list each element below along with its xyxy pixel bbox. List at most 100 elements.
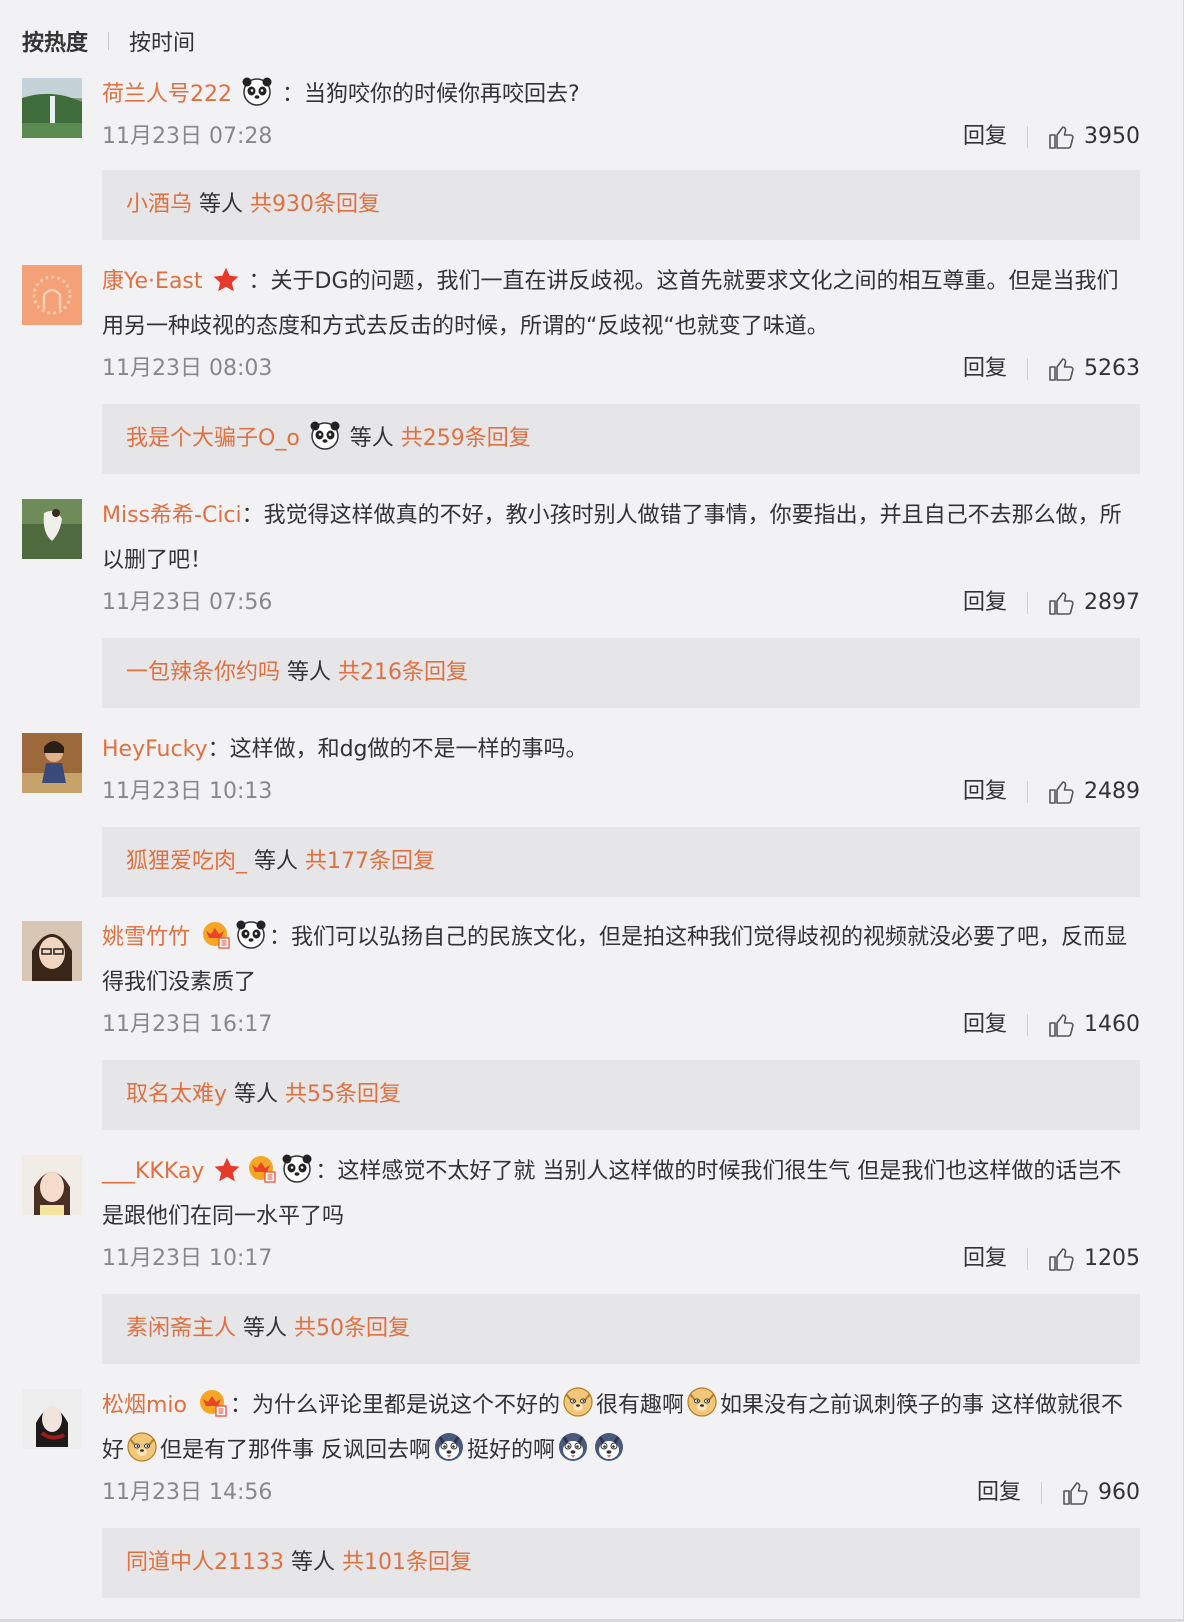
panda-badge-icon	[241, 75, 273, 107]
husky-emoji-icon	[433, 1431, 465, 1463]
like-count: 3950	[1084, 124, 1140, 149]
action-divider	[1027, 358, 1028, 380]
action-divider	[1027, 781, 1028, 803]
like-icon[interactable]	[1048, 1012, 1074, 1038]
reply-button[interactable]: 回复	[963, 1239, 1007, 1279]
sort-divider	[108, 32, 110, 50]
star-badge-icon	[212, 266, 240, 294]
like-count: 960	[1098, 1480, 1140, 1505]
action-divider	[1041, 1482, 1042, 1504]
comment-text: ：当狗咬你的时候你再咬回去?	[282, 82, 580, 107]
reply-user-link[interactable]: 同道中人21133	[126, 1550, 284, 1575]
avatar[interactable]	[22, 733, 82, 793]
like-icon[interactable]	[1048, 1246, 1074, 1272]
replies-summary[interactable]: 狐狸爱吃肉_ 等人 共177条回复	[102, 827, 1140, 897]
sort-by-time-tab[interactable]: 按时间	[129, 25, 195, 57]
comment-time: 11月23日 07:28	[102, 124, 273, 149]
like-icon[interactable]	[1048, 356, 1074, 382]
reply-user-link[interactable]: 取名太难y	[126, 1082, 227, 1107]
doge-emoji-icon	[562, 1386, 594, 1418]
replies-summary[interactable]: 一包辣条你约吗 等人 共216条回复	[102, 638, 1140, 708]
reply-count-link[interactable]: 共216条回复	[338, 660, 468, 685]
avatar[interactable]	[22, 265, 82, 325]
reply-button[interactable]: 回复	[963, 1005, 1007, 1045]
action-divider	[1027, 126, 1028, 148]
reply-button[interactable]: 回复	[963, 349, 1007, 389]
reply-button[interactable]: 回复	[977, 1473, 1021, 1513]
reply-user-link[interactable]: 狐狸爱吃肉_	[126, 849, 247, 874]
crown-badge-icon	[245, 1152, 277, 1184]
comment-author[interactable]: ___KKKay	[102, 1159, 204, 1184]
reply-count-link[interactable]: 共930条回复	[250, 192, 380, 217]
others-label: 等人	[291, 1550, 336, 1575]
reply-button[interactable]: 回复	[963, 583, 1007, 623]
reply-user-link[interactable]: 小酒乌	[126, 192, 192, 217]
like-count: 2897	[1084, 590, 1140, 615]
doge-emoji-icon	[126, 1431, 158, 1463]
like-count: 2489	[1084, 779, 1140, 804]
sort-bar: 按热度 按时间	[22, 26, 195, 56]
like-icon[interactable]	[1048, 590, 1074, 616]
comment-text: ：为什么评论里都是说这个不好的	[230, 1393, 561, 1418]
comment-author[interactable]: 松烟mio	[102, 1393, 187, 1418]
others-label: 等人	[254, 849, 299, 874]
avatar[interactable]	[22, 921, 82, 981]
reply-button[interactable]: 回复	[963, 117, 1007, 157]
like-count: 1460	[1084, 1012, 1140, 1037]
comment-author[interactable]: Miss希希-Cici	[102, 503, 242, 528]
reply-user-link[interactable]: 一包辣条你约吗	[126, 660, 280, 685]
star-badge-icon	[213, 1156, 241, 1184]
avatar[interactable]	[22, 499, 82, 559]
comment-time: 11月23日 07:56	[102, 590, 273, 615]
reply-count-link[interactable]: 共101条回复	[342, 1550, 472, 1575]
others-label: 等人	[243, 1316, 288, 1341]
replies-summary[interactable]: 取名太难y 等人 共55条回复	[102, 1060, 1140, 1130]
replies-summary[interactable]: 素闲斋主人 等人 共50条回复	[102, 1294, 1140, 1364]
sort-by-hot-tab[interactable]: 按热度	[22, 25, 88, 57]
husky-emoji-icon	[593, 1431, 625, 1463]
avatar[interactable]	[22, 1155, 82, 1215]
replies-summary[interactable]: 我是个大骗子O_o 等人 共259条回复	[102, 404, 1140, 474]
like-count: 5263	[1084, 356, 1140, 381]
doge-emoji-icon	[686, 1386, 718, 1418]
comment-text: ：关于DG的问题，我们一直在讲反歧视。这首先就要求文化之间的相互尊重。但是当我们…	[102, 269, 1119, 339]
like-icon[interactable]	[1048, 124, 1074, 150]
crown-badge-icon	[199, 918, 231, 950]
comment-time: 11月23日 16:17	[102, 1012, 273, 1037]
comment-text: 挺好的啊	[467, 1438, 556, 1463]
comment-time: 11月23日 10:13	[102, 779, 273, 804]
comment-author[interactable]: 姚雪竹竹	[102, 925, 190, 950]
page-right-border	[1183, 0, 1184, 1622]
reply-count-link[interactable]: 共55条回复	[285, 1082, 401, 1107]
others-label: 等人	[199, 192, 244, 217]
like-icon[interactable]	[1048, 779, 1074, 805]
comment-author[interactable]: 荷兰人号222	[102, 82, 232, 107]
like-count: 1205	[1084, 1246, 1140, 1271]
reply-count-link[interactable]: 共259条回复	[401, 426, 531, 451]
avatar[interactable]	[22, 78, 82, 138]
avatar[interactable]	[22, 1389, 82, 1449]
panda-badge-icon	[235, 918, 267, 950]
reply-user-link[interactable]: 素闲斋主人	[126, 1316, 236, 1341]
replies-summary[interactable]: 小酒乌 等人 共930条回复	[102, 170, 1140, 240]
action-divider	[1027, 1014, 1028, 1036]
panda-badge-icon	[281, 1152, 313, 1184]
reply-count-link[interactable]: 共177条回复	[305, 849, 435, 874]
reply-count-link[interactable]: 共50条回复	[294, 1316, 410, 1341]
others-label: 等人	[349, 426, 394, 451]
comment-time: 11月23日 10:17	[102, 1246, 273, 1271]
replies-summary[interactable]: 同道中人21133 等人 共101条回复	[102, 1528, 1140, 1598]
comment-text: 很有趣啊	[596, 1393, 685, 1418]
comment-time: 11月23日 08:03	[102, 356, 273, 381]
crown-badge-icon	[196, 1386, 228, 1418]
comment-author[interactable]: HeyFucky	[102, 737, 208, 762]
like-icon[interactable]	[1062, 1480, 1088, 1506]
others-label: 等人	[287, 660, 332, 685]
action-divider	[1027, 1248, 1028, 1270]
action-divider	[1027, 592, 1028, 614]
comment-author[interactable]: 康Ye·East	[102, 269, 203, 294]
husky-emoji-icon	[557, 1431, 589, 1463]
reply-user-link[interactable]: 我是个大骗子O_o	[126, 426, 300, 451]
reply-button[interactable]: 回复	[963, 772, 1007, 812]
comment-text: ：这样做，和dg做的不是一样的事吗。	[207, 737, 588, 762]
